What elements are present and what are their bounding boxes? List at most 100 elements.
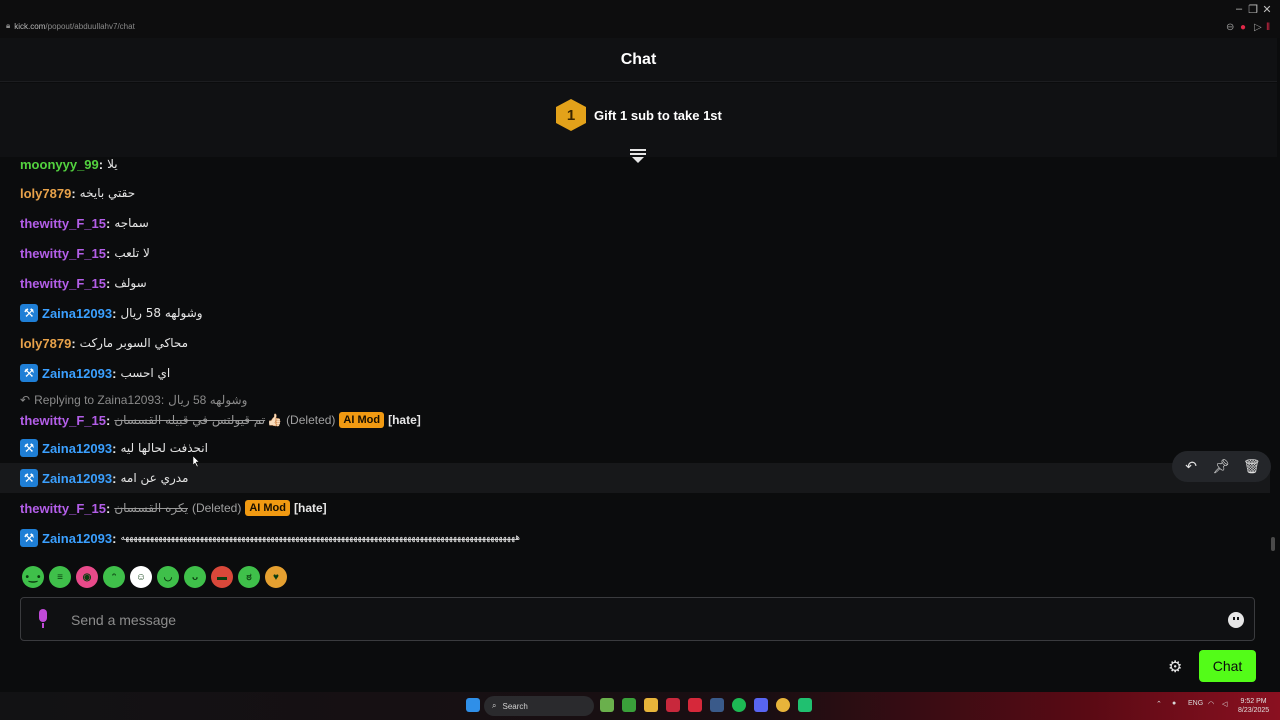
taskbar-clock[interactable]: 9:52 PM 8/23/2025 xyxy=(1238,697,1269,715)
mic-icon[interactable] xyxy=(37,609,49,629)
moderation-reason: [hate] xyxy=(388,413,421,427)
send-chat-button[interactable]: Chat xyxy=(1199,650,1256,682)
moderator-badge-icon: ⚒ xyxy=(20,304,38,322)
chat-message[interactable]: thewitty_F_15: سماجه xyxy=(0,208,1270,238)
message-text: هههههههههههههههههههههههههههههههههههههههه… xyxy=(120,533,520,543)
url-host: kick.com xyxy=(14,21,46,31)
gear-icon[interactable]: ⚙ xyxy=(1168,657,1182,677)
message-text: حقتي بايخه xyxy=(79,186,136,200)
steam-app-icon[interactable] xyxy=(710,698,724,712)
chrome-app-icon[interactable] xyxy=(776,698,790,712)
message-text: محاكي السوبر ماركت xyxy=(79,336,189,350)
xbox-app-icon[interactable] xyxy=(622,698,636,712)
minimize-icon[interactable]: – xyxy=(1232,3,1246,15)
username[interactable]: thewitty_F_15 xyxy=(20,276,106,291)
message-text: سماجه xyxy=(114,216,149,230)
message-actions: ↶ 📌︎ 🗑︎ xyxy=(1172,451,1271,482)
chat-message[interactable]: moonyyy_99: يلا xyxy=(0,157,1270,179)
discord-app-icon[interactable] xyxy=(754,698,768,712)
chat-header: Chat xyxy=(0,38,1277,82)
username[interactable]: Zaina12093 xyxy=(42,531,112,546)
emote-icon[interactable]: ♥ xyxy=(265,566,287,588)
app-icon[interactable] xyxy=(798,698,812,712)
moderator-badge-icon: ⚒ xyxy=(20,439,38,457)
tray-mic-icon[interactable]: ● xyxy=(1172,700,1176,707)
address-bar[interactable]: 🔒︎ kick.com/popout/abduullahv7/chat xyxy=(6,21,135,31)
extension-icon[interactable]: ‖ xyxy=(1266,22,1270,33)
emote-icon[interactable]: ≡ xyxy=(49,566,71,588)
chat-message[interactable]: thewitty_F_15: لا تلعب xyxy=(0,238,1270,268)
chat-message[interactable]: ⚒ Zaina12093: هههههههههههههههههههههههههه… xyxy=(0,523,1270,553)
scrollbar[interactable] xyxy=(1271,537,1275,551)
username[interactable]: Zaina12093 xyxy=(42,306,112,321)
chat-message[interactable]: loly7879: محاكي السوبر ماركت xyxy=(0,328,1270,358)
close-icon[interactable]: ✕ xyxy=(1260,3,1274,16)
pin-icon[interactable]: 📌︎ xyxy=(1209,458,1233,475)
chat-message[interactable]: thewitty_F_15: سولف xyxy=(0,268,1270,298)
chat-message[interactable]: ⚒ Zaina12093: اي احسب xyxy=(0,358,1270,388)
emote-icon[interactable]: ᵔ xyxy=(103,566,125,588)
app-icon[interactable] xyxy=(688,698,702,712)
username[interactable]: thewitty_F_15 xyxy=(20,216,106,231)
restore-icon[interactable]: ❐ xyxy=(1246,3,1260,16)
thumbs-up-icon: 👍🏻 xyxy=(267,413,283,427)
username[interactable]: thewitty_F_15 xyxy=(20,501,106,516)
message-text: يلا xyxy=(107,157,118,171)
username[interactable]: thewitty_F_15 xyxy=(20,246,106,261)
rank-badge-icon: 1 xyxy=(556,99,586,131)
quick-emote-bar: •‿• ≡ ◉ ᵔ ☺ ◡ ᴗ ▬ ಠ ♥ xyxy=(22,566,287,588)
chat-message[interactable]: ⚒ Zaina12093: وشولهه 58 ريال xyxy=(0,298,1270,328)
url-path: /popout/abduullahv7/chat xyxy=(45,21,135,31)
emote-icon[interactable]: ◉ xyxy=(76,566,98,588)
emote-icon[interactable]: •‿• xyxy=(22,566,44,588)
spotify-app-icon[interactable] xyxy=(732,698,746,712)
username[interactable]: thewitty_F_15 xyxy=(20,413,106,428)
emote-icon[interactable]: ◡ xyxy=(157,566,179,588)
emote-icon[interactable]: ☺ xyxy=(130,566,152,588)
username[interactable]: moonyyy_99 xyxy=(20,157,99,172)
nvidia-app-icon[interactable] xyxy=(600,698,614,712)
username[interactable]: Zaina12093 xyxy=(42,366,112,381)
browser-bar: 🔒︎ kick.com/popout/abduullahv7/chat – ❐ … xyxy=(0,0,1280,38)
os-taskbar: ⌕ Search ⌃ ● ENG ◠ ◁ 9:52 PM 8/23/2025 xyxy=(0,692,1280,720)
chat-message-deleted[interactable]: thewitty_F_15: تم قيولتس في قبيله القسسا… xyxy=(0,405,1270,435)
chat-message-hovered[interactable]: ⚒ Zaina12093: مدري عن امه xyxy=(0,463,1270,493)
message-text: سولف xyxy=(114,276,147,290)
username[interactable]: loly7879 xyxy=(20,336,71,351)
trash-icon[interactable]: 🗑︎ xyxy=(1240,458,1264,475)
language-indicator[interactable]: ENG xyxy=(1188,700,1203,707)
deleted-tag: (Deleted) xyxy=(286,413,336,427)
moderator-badge-icon: ⚒ xyxy=(20,469,38,487)
chat-message[interactable]: ⚒ Zaina12093: انحذفت لحالها ليه xyxy=(0,433,1270,463)
emote-icon[interactable]: ▬ xyxy=(211,566,233,588)
message-text: مدري عن امه xyxy=(120,471,189,485)
username[interactable]: Zaina12093 xyxy=(42,471,112,486)
tray-chevron-icon[interactable]: ⌃ xyxy=(1156,700,1162,708)
gift-sub-text: Gift 1 sub to take 1st xyxy=(594,107,722,123)
opera-app-icon[interactable] xyxy=(666,698,680,712)
wifi-icon[interactable]: ◠ xyxy=(1208,700,1214,708)
lock-icon: 🔒︎ xyxy=(6,21,11,30)
reply-icon[interactable]: ↶ xyxy=(1179,458,1203,475)
windows-icon[interactable] xyxy=(466,698,480,712)
username[interactable]: loly7879 xyxy=(20,186,71,201)
folder-app-icon[interactable] xyxy=(644,698,658,712)
emote-icon[interactable]: ᴗ xyxy=(184,566,206,588)
taskbar-search[interactable]: ⌕ Search xyxy=(484,696,594,716)
chat-message-deleted[interactable]: thewitty_F_15: يكره القسسان (Deleted) AI… xyxy=(0,493,1270,523)
message-input-box[interactable]: Send a message xyxy=(20,597,1255,641)
username[interactable]: Zaina12093 xyxy=(42,441,112,456)
message-text: لا تلعب xyxy=(114,246,150,260)
moderator-badge-icon: ⚒ xyxy=(20,364,38,382)
gift-leaderboard-banner[interactable]: 1 Gift 1 sub to take 1st xyxy=(0,83,1277,157)
chat-message-list[interactable]: moonyyy_99: يلا loly7879: حقتي بايخه the… xyxy=(0,157,1270,555)
play-icon[interactable]: ▷ xyxy=(1254,22,1262,33)
chat-message[interactable]: loly7879: حقتي بايخه xyxy=(0,178,1270,208)
moderation-reason: [hate] xyxy=(294,501,327,515)
message-input-placeholder[interactable]: Send a message xyxy=(71,612,176,628)
emoji-icon[interactable] xyxy=(1228,612,1244,628)
zoom-icon[interactable]: ⊖ xyxy=(1226,22,1234,33)
emote-icon[interactable]: ಠ xyxy=(238,566,260,588)
volume-icon[interactable]: ◁ xyxy=(1222,700,1227,708)
shield-icon[interactable]: ● xyxy=(1240,22,1246,33)
